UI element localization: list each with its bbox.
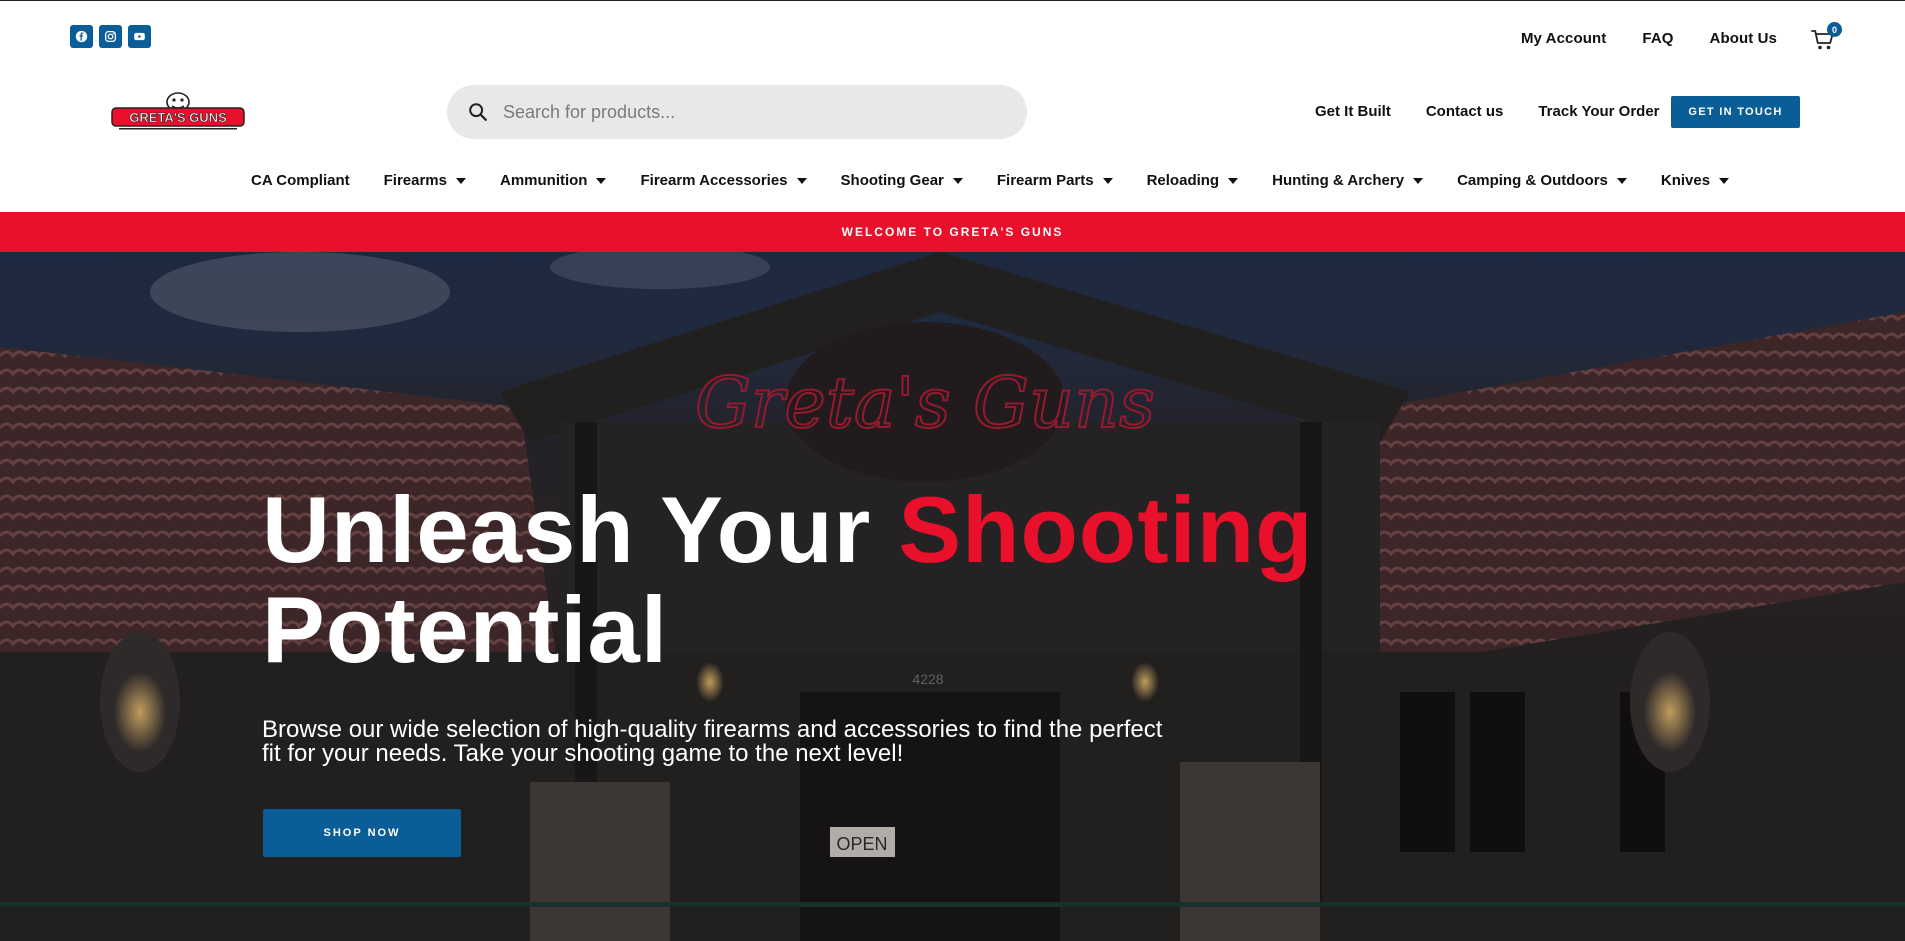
caret-down-icon [1719, 177, 1730, 184]
top-rule [0, 0, 1905, 1]
nav-item-firearm-accessories[interactable]: Firearm Accessories [640, 172, 807, 189]
nav-label: Firearm Parts [996, 172, 1094, 189]
hero-subtitle-line2: fit for your needs. Take your shooting g… [262, 740, 904, 767]
caret-down-icon [1228, 177, 1239, 184]
nav-item-firearm-parts[interactable]: Firearm Parts [997, 172, 1113, 189]
hero-title: Unleash Your Shooting Potential [262, 480, 1314, 680]
my-account-link[interactable]: My Account [1521, 30, 1606, 47]
hero-title-part1: Unleash Your [262, 477, 899, 582]
secondary-nav: Get It Built Contact us Track Your Order [1315, 103, 1660, 120]
caret-down-icon [952, 177, 963, 184]
caret-down-icon [796, 177, 807, 184]
category-nav: CA Compliant Firearms Ammunition Firearm… [251, 172, 1730, 189]
facebook-icon[interactable] [70, 25, 93, 48]
caret-down-icon [1102, 177, 1113, 184]
nav-label: Knives [1660, 172, 1711, 189]
contact-us-link[interactable]: Contact us [1426, 103, 1504, 120]
hero-subtitle: Browse our wide selection of high-qualit… [262, 718, 1242, 766]
social-links [70, 25, 151, 48]
logo-text: GRETA'S GUNS [129, 110, 227, 125]
utility-nav: My Account FAQ About Us [1521, 30, 1777, 47]
nav-label: CA Compliant [251, 172, 350, 189]
caret-down-icon [596, 177, 607, 184]
nav-label: Camping & Outdoors [1457, 172, 1608, 189]
nav-label: Hunting & Archery [1272, 172, 1405, 189]
search-input[interactable] [503, 101, 983, 123]
hero-subtitle-line1: Browse our wide selection of high-qualit… [262, 716, 1163, 743]
nav-item-ca-compliant[interactable]: CA Compliant [251, 172, 350, 189]
faq-link[interactable]: FAQ [1642, 30, 1673, 47]
get-in-touch-button[interactable]: GET IN TOUCH [1671, 96, 1800, 128]
youtube-icon[interactable] [128, 25, 151, 48]
nav-item-shooting-gear[interactable]: Shooting Gear [841, 172, 963, 189]
nav-label: Ammunition [499, 172, 588, 189]
nav-label: Firearms [383, 172, 447, 189]
search-icon[interactable] [467, 101, 489, 123]
nav-label: Firearm Accessories [640, 172, 788, 189]
caret-down-icon [1616, 177, 1627, 184]
nav-item-ammunition[interactable]: Ammunition [500, 172, 607, 189]
nav-item-firearms[interactable]: Firearms [384, 172, 466, 189]
nav-item-reloading[interactable]: Reloading [1147, 172, 1239, 189]
nav-item-hunting-archery[interactable]: Hunting & Archery [1272, 172, 1424, 189]
nav-item-camping-outdoors[interactable]: Camping & Outdoors [1457, 172, 1627, 189]
cart-count-badge: 0 [1827, 22, 1842, 37]
caret-down-icon [455, 177, 466, 184]
nav-item-knives[interactable]: Knives [1660, 172, 1730, 189]
hero-title-part2: Potential [262, 577, 668, 682]
caret-down-icon [1413, 177, 1424, 184]
welcome-banner: WELCOME TO GRETA'S GUNS [0, 212, 1905, 252]
shop-now-button[interactable]: SHOP NOW [263, 809, 461, 857]
nav-label: Shooting Gear [840, 172, 944, 189]
hero-section: OPEN 4228 Greta's Guns Unleash Your Shoo… [0, 252, 1905, 941]
product-search [447, 85, 1027, 139]
instagram-icon[interactable] [99, 25, 122, 48]
hero-title-accent: Shooting [898, 477, 1314, 582]
cart-button[interactable]: 0 [1811, 22, 1842, 52]
about-us-link[interactable]: About Us [1710, 30, 1777, 47]
track-order-link[interactable]: Track Your Order [1538, 103, 1659, 120]
welcome-text: WELCOME TO GRETA'S GUNS [841, 225, 1064, 239]
nav-label: Reloading [1146, 172, 1220, 189]
gretas-guns-logo[interactable]: GRETA'S GUNS [109, 88, 247, 132]
get-it-built-link[interactable]: Get It Built [1315, 103, 1391, 120]
